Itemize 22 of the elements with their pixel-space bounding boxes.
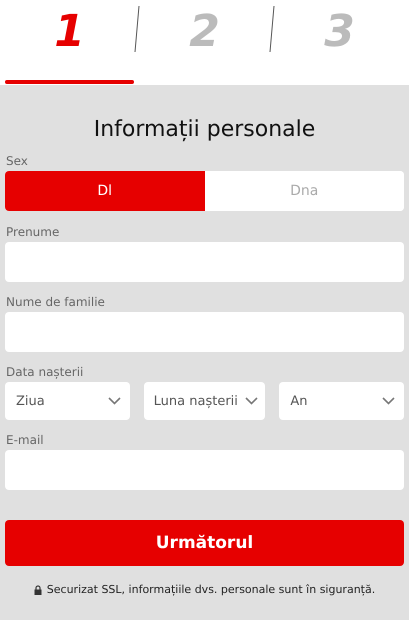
form-title: Informații personale — [92, 117, 316, 142]
field-label: Prenume — [6, 225, 60, 240]
input-field[interactable] — [5, 242, 404, 282]
field-label: Data nașterii — [6, 365, 84, 380]
dropdown[interactable]: Luna nașterii — [144, 382, 266, 420]
input-field[interactable] — [5, 450, 404, 490]
dropdown[interactable]: Ziua — [5, 382, 130, 420]
step-tab[interactable]: 1 — [5, 0, 134, 85]
security-note: Securizat SSL, informațiile dvs. personale sunt în siguranță. — [46, 583, 376, 596]
field-label: Nume de familie — [6, 295, 106, 310]
step-divider — [134, 6, 140, 54]
next-button[interactable]: Următorul — [5, 520, 404, 566]
gender-option[interactable]: Dl — [5, 171, 204, 211]
step-divider — [269, 6, 275, 54]
chevron-down-icon — [245, 397, 258, 405]
dropdown[interactable]: An — [279, 382, 404, 420]
field-label: Sex — [6, 154, 29, 169]
field-label: E-mail — [6, 433, 45, 448]
chevron-down-icon — [382, 397, 396, 405]
lock-icon — [34, 584, 42, 594]
input-field[interactable] — [5, 312, 404, 352]
chevron-down-icon — [108, 397, 121, 405]
